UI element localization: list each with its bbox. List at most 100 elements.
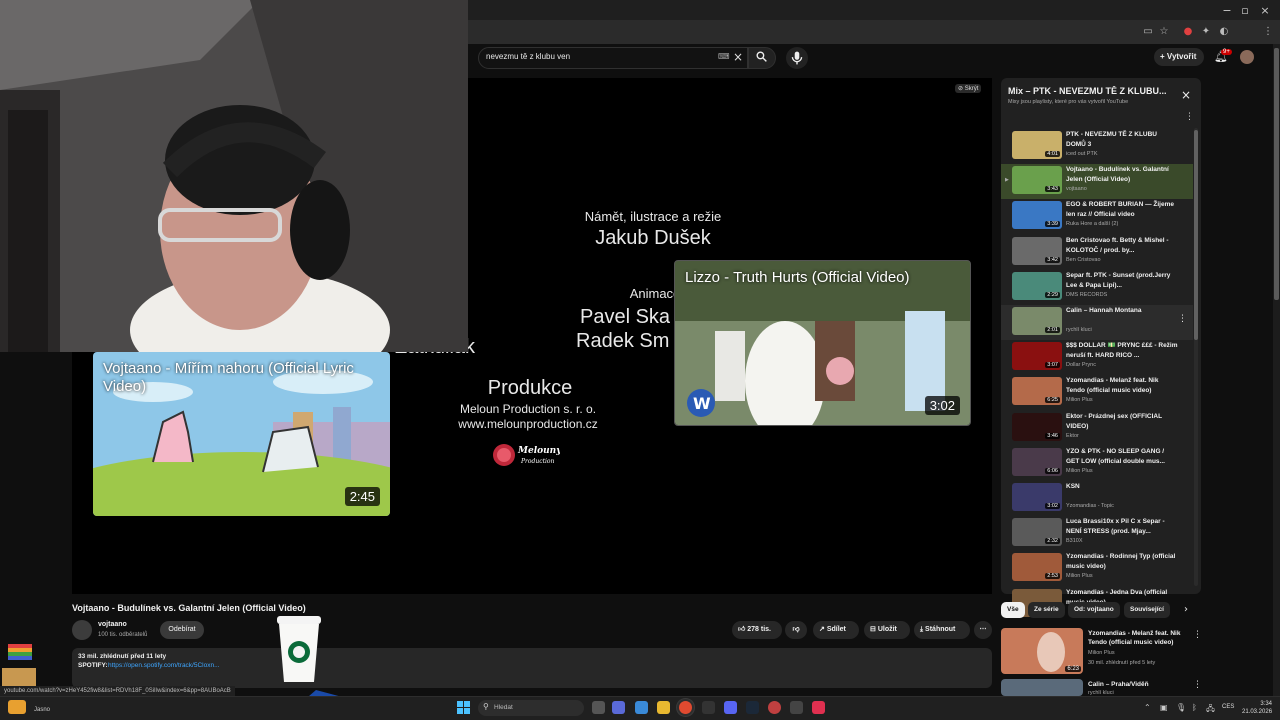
- close-playlist-icon[interactable]: ×: [1181, 88, 1191, 102]
- bluetooth-icon[interactable]: ᛒ: [1192, 703, 1197, 712]
- app-icon-3[interactable]: [790, 701, 803, 714]
- chip-series[interactable]: Ze série: [1028, 602, 1065, 618]
- extensions-puzzle-icon[interactable]: ✦: [1200, 26, 1212, 38]
- more-actions-button[interactable]: ⋯: [974, 621, 992, 639]
- playlist-item-channel: Milion Plus: [1066, 467, 1093, 474]
- chrome-taskbar-icon[interactable]: [679, 701, 692, 714]
- taskbar-search[interactable]: Hledat: [478, 700, 584, 716]
- profile-chrome-icon[interactable]: ◐: [1218, 26, 1230, 38]
- dislike-button[interactable]: 👎︎: [785, 621, 807, 639]
- playlist-item[interactable]: 6:06 YZO & PTK - NO SLEEP GANG / GET LOW …: [1001, 446, 1193, 481]
- playlist-item[interactable]: 3:46 Ektor - Prázdnej sex (OFFICIAL VIDEO…: [1001, 411, 1193, 446]
- like-button[interactable]: 👍︎ 278 tis.: [732, 621, 782, 639]
- tray-chevron-icon[interactable]: ⌃: [1144, 703, 1151, 712]
- playlist-item[interactable]: ▶ 3:43 Vojtaano - Budulínek vs. Galantní J…: [1001, 164, 1193, 200]
- file-explorer-icon[interactable]: [657, 701, 670, 714]
- related-channel[interactable]: Milion Plus: [1088, 650, 1115, 656]
- teams-icon[interactable]: [612, 701, 625, 714]
- steam-icon[interactable]: [746, 701, 759, 714]
- playlist-title[interactable]: Mix – PTK - NEVEZMU TĚ Z KLUBU...: [1008, 86, 1176, 96]
- search-icon[interactable]: [755, 50, 768, 63]
- playlist-item[interactable]: 3:42 Ben Cristovao ft. Betty & Mishel - K…: [1001, 235, 1193, 270]
- playlist-item-duration: 3:46: [1045, 432, 1060, 439]
- task-view-icon[interactable]: [592, 701, 605, 714]
- cast-icon[interactable]: ▭: [1142, 26, 1154, 38]
- svg-text:Production: Production: [520, 458, 555, 465]
- playlist-item[interactable]: 3:07 $$$ DOLLAR 💵 PRYNC £££ - Režim neruš…: [1001, 340, 1193, 375]
- related-more-icon[interactable]: ⋮: [1193, 630, 1202, 640]
- search-input[interactable]: nevezmu tě z klubu ven: [486, 52, 570, 61]
- channel-name[interactable]: vojtaano: [98, 621, 127, 628]
- playlist-item-title: Yzomandias - Rodinnej Typ (official musi…: [1066, 553, 1176, 571]
- like-count: 278 tis.: [747, 626, 772, 633]
- svg-text:W: W: [693, 394, 711, 413]
- app-icon-1[interactable]: [702, 701, 715, 714]
- save-button[interactable]: ⊟ Uložit: [864, 621, 910, 639]
- video-title: Vojtaano - Budulínek vs. Galantní Jelen …: [72, 603, 306, 613]
- playlist-more-icon[interactable]: ⋮: [1185, 112, 1194, 122]
- bookmark-star-icon[interactable]: ☆: [1158, 26, 1170, 38]
- create-button[interactable]: + Vytvořit: [1154, 48, 1204, 66]
- keyboard-language[interactable]: CES: [1222, 704, 1234, 710]
- app-icon-2[interactable]: [768, 701, 781, 714]
- discord-icon[interactable]: [724, 701, 737, 714]
- keyboard-icon[interactable]: ⌨: [718, 52, 730, 61]
- related-thumbnail[interactable]: [1001, 679, 1083, 696]
- page-scrollbar-thumb[interactable]: [1274, 48, 1279, 300]
- endcard-video-lizzo[interactable]: W Lizzo - Truth Hurts (Official Video) 3…: [674, 260, 971, 426]
- chip-all[interactable]: Vše: [1001, 602, 1025, 618]
- related-title[interactable]: Calin – Praha/Viděň: [1088, 680, 1188, 689]
- playlist-item[interactable]: 4:01 PTK - NEVEZMU TĚ Z KLUBU DOMŮ 3 iced …: [1001, 129, 1193, 164]
- playlist-item[interactable]: 2:32 Luca Brassi10x x Pil C x Separ - NEN…: [1001, 516, 1193, 551]
- melouny-production-logo: Melouny Production: [493, 444, 560, 466]
- widgets-icon[interactable]: [635, 701, 648, 714]
- related-thumbnail[interactable]: 6:23: [1001, 628, 1083, 674]
- svg-text:Melouny: Melouny: [517, 446, 560, 456]
- weather-icon[interactable]: [8, 700, 26, 714]
- chips-next-icon[interactable]: ›: [1184, 604, 1188, 615]
- playlist-item[interactable]: 6:25 Yzomandias - Melanž feat. Nik Tendo …: [1001, 375, 1193, 410]
- clear-search-icon[interactable]: ×: [733, 50, 743, 64]
- playlist-item[interactable]: 2:29 Separ ft. PTK - Sunset (prod.Jerry L…: [1001, 270, 1193, 305]
- tray-app-icon[interactable]: ▣: [1160, 703, 1168, 712]
- minimize-icon[interactable]: −: [1218, 4, 1236, 17]
- playlist-scrollbar-thumb[interactable]: [1194, 130, 1198, 340]
- music-app-icon[interactable]: [812, 701, 825, 714]
- more-horizontal-icon: ⋯: [979, 626, 987, 633]
- playlist-item[interactable]: 2:53 Yzomandias - Rodinnej Typ (official …: [1001, 551, 1193, 586]
- playlist-item-duration: 2:53: [1045, 573, 1060, 580]
- network-icon[interactable]: 🖧︎: [1206, 703, 1215, 717]
- profile-avatar[interactable]: [1240, 50, 1254, 64]
- related-more-icon[interactable]: ⋮: [1193, 680, 1202, 690]
- share-button[interactable]: ↗ Sdílet: [813, 621, 859, 639]
- item-more-icon[interactable]: ⋮: [1178, 314, 1187, 324]
- playlist-item-channel: Ben Cristovao: [1066, 256, 1101, 263]
- maximize-icon[interactable]: ▫: [1236, 4, 1254, 17]
- playlist-item[interactable]: 2:01 Calin – Hannah Montana rychlí kluci: [1001, 305, 1193, 340]
- playlist-item-thumbnail: 3:07: [1012, 342, 1062, 371]
- channel-avatar[interactable]: [72, 620, 92, 640]
- clock[interactable]: 3:34 21.03.2026: [1242, 700, 1272, 716]
- windows-start-icon[interactable]: [457, 701, 470, 714]
- weather-text[interactable]: Jasno: [34, 707, 50, 713]
- microphone-tray-icon[interactable]: 🎙︎: [1176, 703, 1186, 712]
- chrome-menu-icon[interactable]: ⋮: [1262, 26, 1274, 38]
- playlist-item-channel: DMS RECORDS: [1066, 291, 1108, 298]
- playlist-item[interactable]: 3:02 KSN Yzomandias - Topic: [1001, 481, 1193, 516]
- related-title[interactable]: Yzomandias - Melanž feat. Nik Tendo (off…: [1088, 629, 1188, 647]
- spotify-link[interactable]: https://open.spotify.com/track/5Cloxn...: [108, 662, 220, 669]
- voice-search-button[interactable]: [786, 47, 808, 69]
- hide-endcards-button[interactable]: ⊘ Skrýt: [955, 84, 982, 93]
- download-button[interactable]: ⤓ Stáhnout: [914, 621, 970, 639]
- chip-from-channel[interactable]: Od: vojtaano: [1068, 602, 1120, 618]
- share-icon: ↗: [819, 626, 827, 633]
- extension-icon[interactable]: ●: [1182, 26, 1194, 38]
- credit-name-animator-2: Radek Sm: [576, 330, 670, 352]
- subscribe-button[interactable]: Odebírat: [160, 621, 204, 639]
- chip-related[interactable]: Související: [1124, 602, 1170, 618]
- playlist-item-title: Yzomandias - Melanž feat. Nik Tendo (off…: [1066, 377, 1159, 395]
- endcard-video-lyric[interactable]: Vojtaano - Mířím nahoru (Official Lyric …: [93, 352, 390, 516]
- close-window-icon[interactable]: ×: [1256, 4, 1274, 17]
- playlist-item-thumbnail: 3:43: [1012, 166, 1062, 195]
- playlist-item[interactable]: 3:39 EGO & ROBERT BURIAN — Žijeme len raz…: [1001, 199, 1193, 234]
